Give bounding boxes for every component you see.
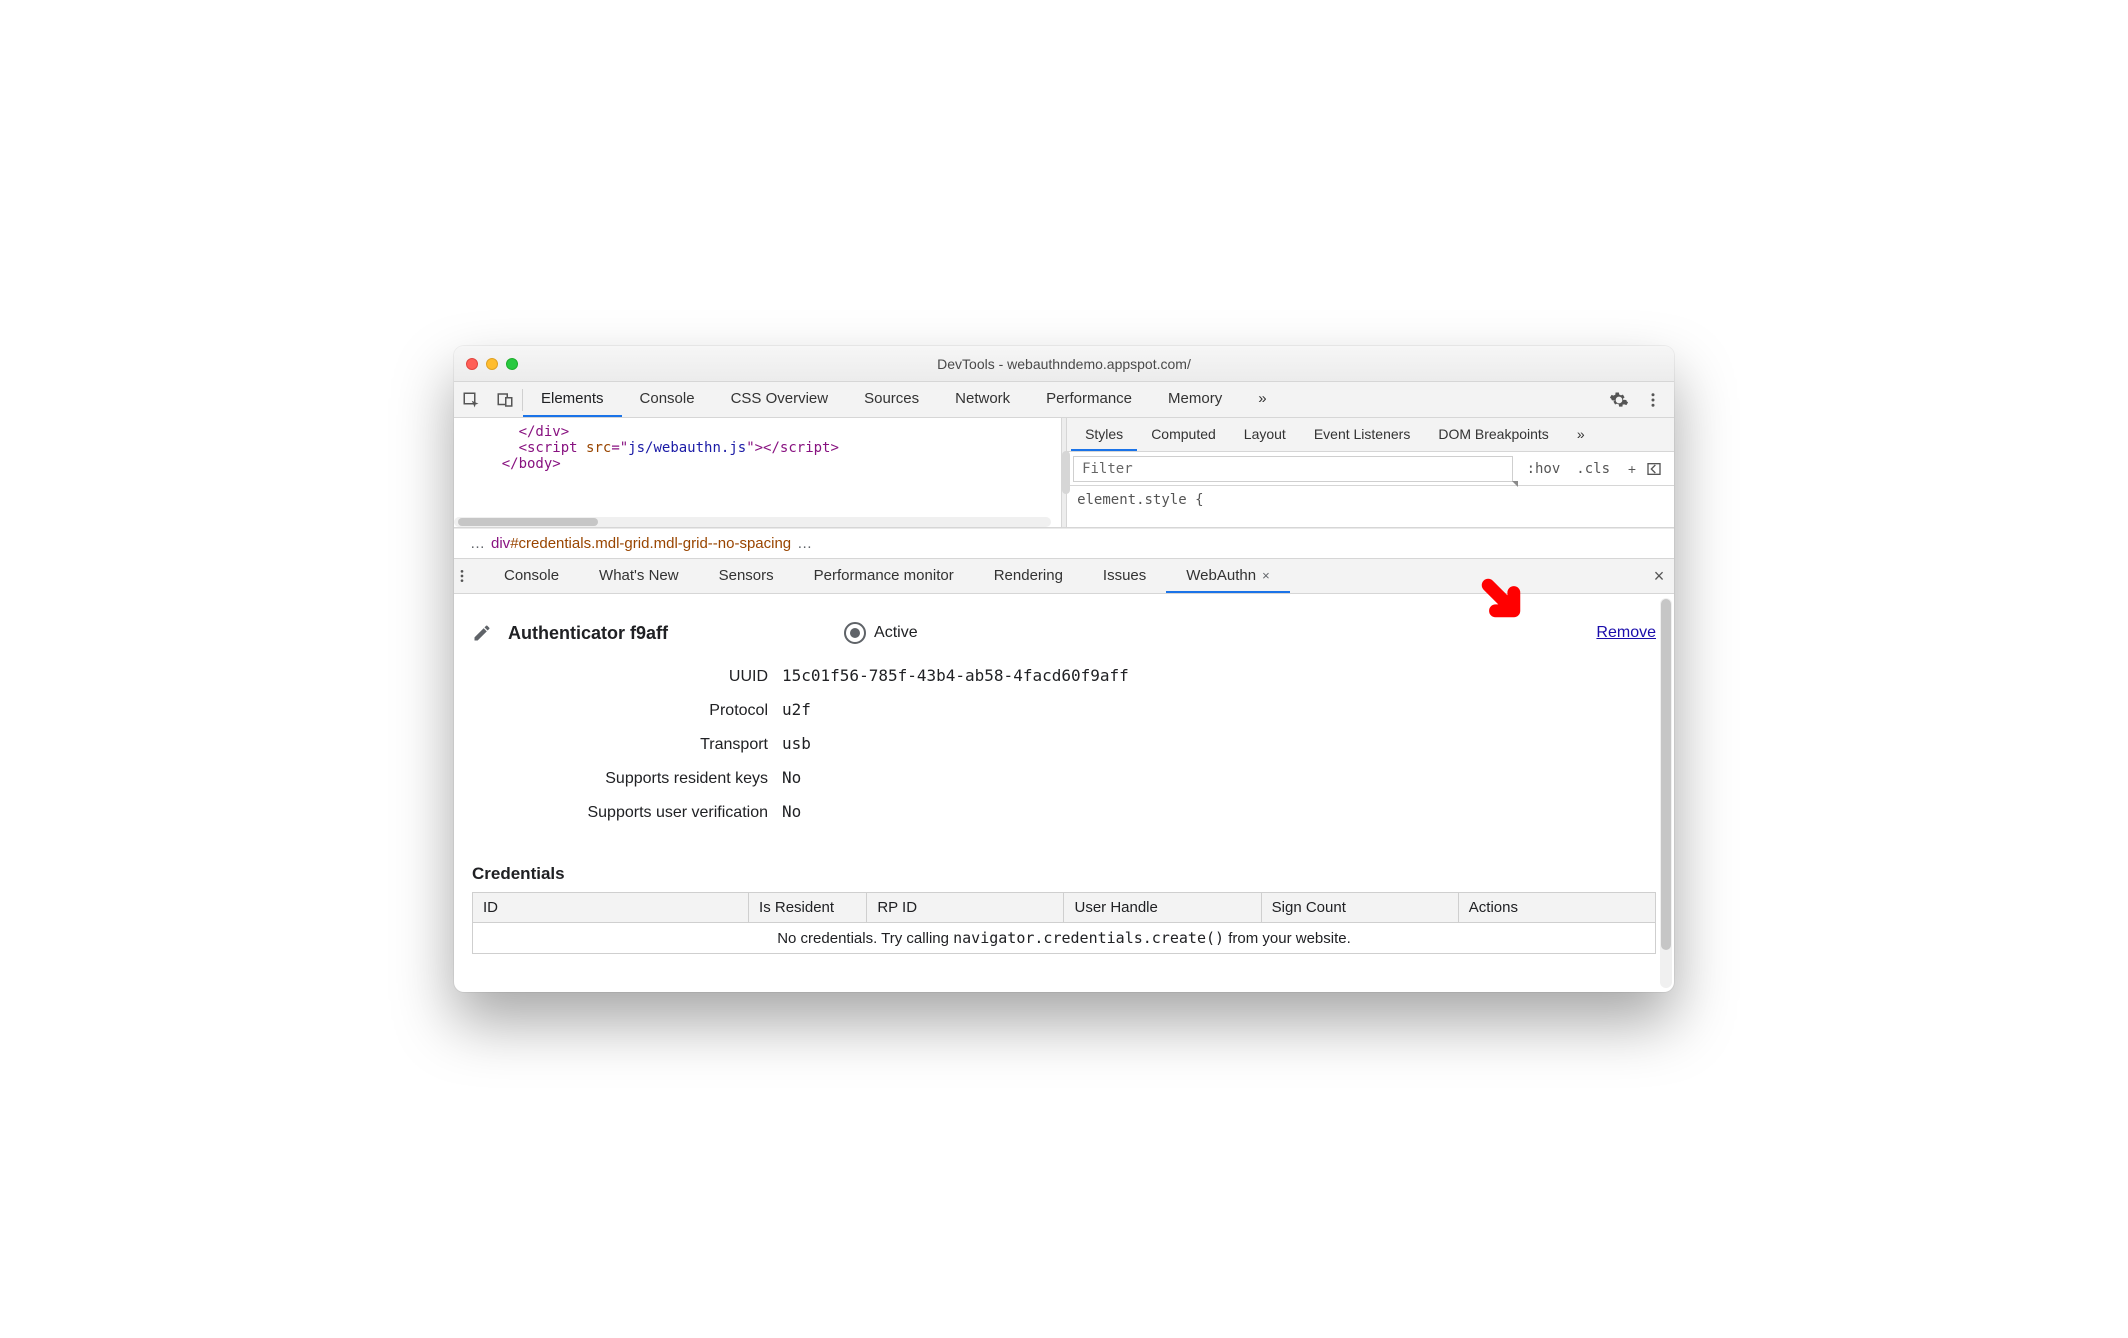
drawer-tab-perf-monitor[interactable]: Performance monitor — [794, 559, 974, 593]
drawer-tab-webauthn-close-icon[interactable]: × — [1262, 568, 1270, 583]
remove-link[interactable]: Remove — [1596, 624, 1656, 642]
prop-value: usb — [782, 734, 811, 753]
table-header-row: ID Is Resident RP ID User Handle Sign Co… — [473, 893, 1656, 923]
col-sign-count: Sign Count — [1261, 893, 1458, 923]
webauthn-panel: Authenticator f9aff Active Remove UUID 1… — [454, 594, 1674, 992]
prop-row-protocol: Protocol u2f — [472, 700, 1656, 734]
dom-token: js/webauthn.js — [628, 440, 746, 456]
prop-label: UUID — [472, 668, 782, 686]
prop-row-transport: Transport usb — [472, 734, 1656, 768]
tab-network[interactable]: Network — [937, 382, 1028, 417]
prop-row-resident-keys: Supports resident keys No — [472, 768, 1656, 802]
layout-sidebar-icon[interactable] — [1646, 461, 1674, 477]
dom-token: src — [586, 440, 611, 456]
settings-gear-icon[interactable] — [1602, 382, 1636, 418]
pencil-icon[interactable] — [472, 623, 492, 643]
drawer-close-button[interactable]: × — [1644, 566, 1674, 587]
titlebar: DevTools - webauthndemo.appspot.com/ — [454, 346, 1674, 382]
prop-label: Supports resident keys — [472, 770, 782, 788]
dom-breadcrumb[interactable]: … div#credentials.mdl-grid.mdl-grid--no-… — [454, 528, 1674, 558]
col-rp-id: RP ID — [867, 893, 1064, 923]
sidebar-tab-dom-breakpoints[interactable]: DOM Breakpoints — [1424, 418, 1562, 451]
style-rule-element-style[interactable]: element.style { — [1067, 486, 1674, 514]
devices-icon[interactable] — [488, 382, 522, 418]
main-tabstrip: Elements Console CSS Overview Sources Ne… — [523, 382, 1602, 417]
authenticator-header: Authenticator f9aff Active Remove — [472, 622, 1656, 644]
horizontal-scrollbar[interactable] — [454, 517, 1051, 527]
dom-token: <script — [519, 440, 586, 456]
styles-toolbar: Filter :hov .cls + — [1067, 452, 1674, 486]
dom-token: </div> — [519, 424, 570, 440]
hov-toggle[interactable]: :hov — [1519, 461, 1569, 477]
sidebar-tab-event-listeners[interactable]: Event Listeners — [1300, 418, 1425, 451]
dom-tree[interactable]: </div> <script src="js/webauthn.js"></sc… — [454, 418, 1061, 527]
split-handle[interactable] — [1061, 418, 1067, 527]
inspect-icon[interactable] — [454, 382, 488, 418]
empty-prefix: No credentials. Try calling — [777, 930, 953, 947]
table-empty-message: No credentials. Try calling navigator.cr… — [473, 923, 1656, 954]
empty-code: navigator.credentials.create() — [953, 929, 1224, 947]
col-user-handle: User Handle — [1064, 893, 1261, 923]
breadcrumb-right-overflow[interactable]: … — [791, 535, 818, 552]
authenticator-properties: UUID 15c01f56-785f-43b4-ab58-4facd60f9af… — [472, 666, 1656, 836]
authenticator-title: Authenticator f9aff — [508, 623, 668, 644]
main-toolbar: Elements Console CSS Overview Sources Ne… — [454, 382, 1674, 418]
drawer-tab-webauthn-label: WebAuthn — [1186, 567, 1256, 584]
credentials-heading: Credentials — [472, 864, 1656, 884]
table-empty-row: No credentials. Try calling navigator.cr… — [473, 923, 1656, 954]
drawer-tab-sensors[interactable]: Sensors — [699, 559, 794, 593]
credentials-table: ID Is Resident RP ID User Handle Sign Co… — [472, 892, 1656, 954]
drawer-tab-webauthn[interactable]: WebAuthn × — [1166, 559, 1289, 593]
more-vert-icon[interactable] — [1636, 382, 1670, 418]
col-is-resident: Is Resident — [749, 893, 867, 923]
styles-sidebar: Styles Computed Layout Event Listeners D… — [1067, 418, 1674, 527]
cls-toggle[interactable]: .cls — [1568, 461, 1618, 477]
tabs-overflow-button[interactable]: » — [1240, 382, 1284, 417]
drawer-tabstrip: Console What's New Sensors Performance m… — [454, 558, 1674, 594]
prop-label: Transport — [472, 736, 782, 754]
prop-row-uuid: UUID 15c01f56-785f-43b4-ab58-4facd60f9af… — [472, 666, 1656, 700]
panel-scrollbar[interactable] — [1660, 598, 1672, 988]
sidebar-tabs-overflow[interactable]: » — [1563, 418, 1599, 451]
devtools-window: DevTools - webauthndemo.appspot.com/ Ele… — [454, 346, 1674, 992]
drawer-more-vert-icon[interactable] — [454, 568, 484, 584]
sidebar-tab-styles[interactable]: Styles — [1071, 418, 1137, 451]
prop-label: Protocol — [472, 702, 782, 720]
breadcrumb-left-overflow[interactable]: … — [464, 535, 491, 552]
tab-sources[interactable]: Sources — [846, 382, 937, 417]
scrollbar-thumb[interactable] — [1661, 599, 1671, 950]
breadcrumb-node[interactable]: div#credentials.mdl-grid.mdl-grid--no-sp… — [491, 535, 791, 552]
window-title: DevTools - webauthndemo.appspot.com/ — [454, 356, 1674, 372]
tab-console[interactable]: Console — [622, 382, 713, 417]
drawer-tab-issues[interactable]: Issues — [1083, 559, 1166, 593]
prop-value: No — [782, 768, 801, 787]
active-radio[interactable]: Active — [844, 622, 918, 644]
sidebar-tab-computed[interactable]: Computed — [1137, 418, 1230, 451]
tab-elements[interactable]: Elements — [523, 382, 622, 417]
prop-label: Supports user verification — [472, 804, 782, 822]
dom-token: </body> — [502, 456, 561, 472]
radio-icon — [844, 622, 866, 644]
elements-split: </div> <script src="js/webauthn.js"></sc… — [454, 418, 1674, 528]
drawer-tab-whats-new[interactable]: What's New — [579, 559, 699, 593]
sidebar-tab-layout[interactable]: Layout — [1230, 418, 1300, 451]
col-id: ID — [473, 893, 749, 923]
prop-row-user-verification: Supports user verification No — [472, 802, 1656, 836]
sidebar-tabstrip: Styles Computed Layout Event Listeners D… — [1067, 418, 1674, 452]
styles-filter-input[interactable]: Filter — [1073, 456, 1513, 482]
add-rule-button[interactable]: + — [1618, 461, 1646, 477]
tab-performance[interactable]: Performance — [1028, 382, 1150, 417]
prop-value: No — [782, 802, 801, 821]
empty-suffix: from your website. — [1224, 930, 1351, 947]
scrollbar-thumb[interactable] — [458, 518, 598, 526]
active-radio-label: Active — [874, 624, 918, 642]
tab-css-overview[interactable]: CSS Overview — [713, 382, 847, 417]
drawer-tab-console[interactable]: Console — [484, 559, 579, 593]
tab-memory[interactable]: Memory — [1150, 382, 1240, 417]
col-actions: Actions — [1458, 893, 1655, 923]
prop-value: u2f — [782, 700, 811, 719]
drawer-tab-rendering[interactable]: Rendering — [974, 559, 1083, 593]
prop-value: 15c01f56-785f-43b4-ab58-4facd60f9aff — [782, 666, 1129, 685]
